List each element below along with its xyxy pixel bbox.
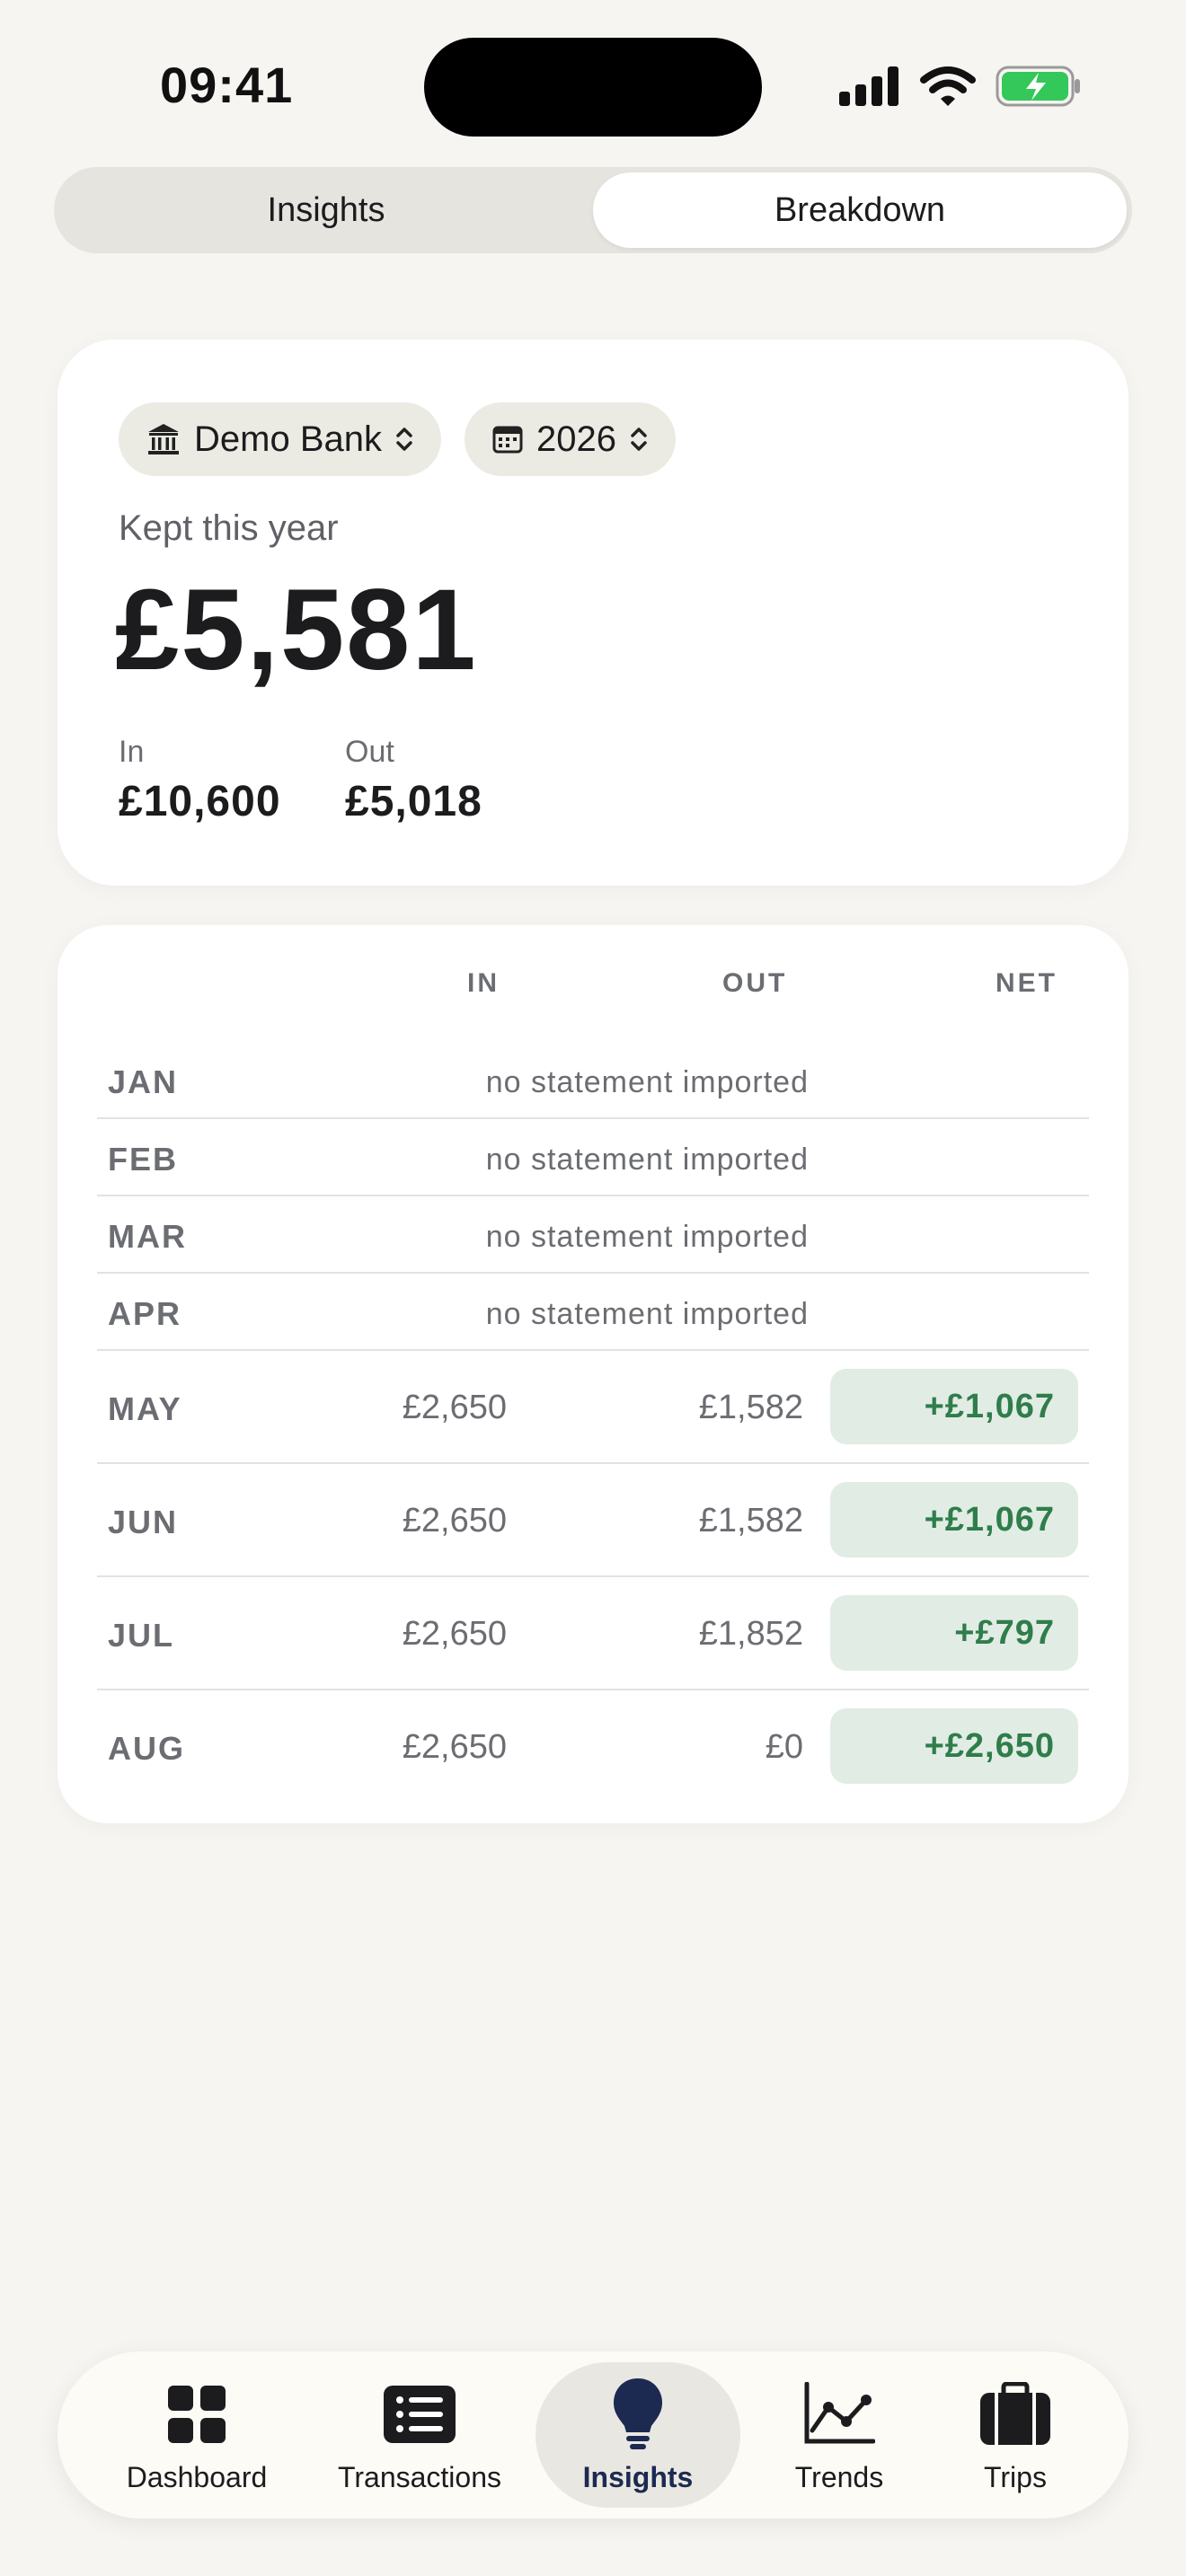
bank-icon [148,424,179,454]
table-row: FEB no statement imported [97,1119,1089,1196]
table-row: JUN £2,650 £1,582 +£1,067 [97,1464,1089,1577]
row-month: JAN [108,1063,179,1100]
calendar-icon [492,426,523,454]
signal-icon [839,66,898,106]
out-value: £5,018 [345,778,482,825]
status-icons [839,63,1082,110]
row-in-value: £2,650 [402,1502,507,1539]
year-value: 2026 [535,419,616,459]
row-empty-note: no statement imported [485,1297,809,1331]
tab-label: Dashboard [126,2460,268,2493]
table-row: JUL £2,650 £1,852 +£797 [97,1577,1089,1690]
row-empty-note: no statement imported [485,1065,809,1099]
row-month: JUL [108,1617,175,1654]
segment-breakdown[interactable]: Breakdown [593,172,1127,248]
tab-dashboard[interactable]: Dashboard [104,2362,289,2508]
year-selector[interactable]: 2026 [464,402,676,476]
row-out-value: £0 [765,1728,803,1766]
bottom-tab-bar: Dashboard Transactions Insights Trends T… [58,2351,1128,2519]
row-out-value: £1,582 [698,1502,803,1539]
tab-insights[interactable]: Insights [535,2362,740,2508]
wifi-icon [920,66,976,106]
row-month: APR [108,1295,182,1332]
suitcase-icon [978,2377,1053,2452]
battery-charging-icon [996,66,1080,107]
app-screen: 09:41 Insights Breakdown Demo Bank 2026 … [0,0,1186,2576]
row-net-badge: +£1,067 [830,1482,1078,1557]
row-net-badge: +£797 [830,1595,1078,1671]
view-segmented-control: Insights Breakdown [54,167,1132,253]
table-row: AUG £2,650 £0 +£2,650 [97,1690,1089,1804]
in-value: £10,600 [119,778,281,825]
column-header-in: IN [467,968,500,998]
segment-insights[interactable]: Insights [59,172,593,248]
filter-chips: Demo Bank 2026 [119,402,676,476]
status-time: 09:41 [160,57,294,113]
out-label: Out [345,735,394,769]
table-row: MAR no statement imported [97,1196,1089,1274]
table-row: APR no statement imported [97,1274,1089,1351]
chevron-up-down-icon [631,428,647,451]
line-chart-icon [801,2377,877,2452]
kept-value: £5,581 [115,566,478,694]
kept-label: Kept this year [119,508,339,548]
row-empty-note: no statement imported [485,1220,809,1254]
chevron-up-down-icon [396,428,412,451]
row-month: MAY [108,1390,182,1427]
column-header-net: NET [996,968,1058,998]
out-summary: Out £5,018 [345,735,482,826]
dynamic-island [424,38,762,137]
bank-selector[interactable]: Demo Bank [119,402,441,476]
tab-label: Insights [582,2460,694,2493]
row-out-value: £1,582 [698,1389,803,1426]
yearly-summary-card: Demo Bank 2026 Kept this year £5,581 In … [58,340,1128,886]
tab-label: Trips [984,2460,1047,2493]
row-month: MAR [108,1218,187,1255]
lightbulb-icon [600,2377,676,2452]
row-month: AUG [108,1730,185,1767]
table-row: MAY £2,650 £1,582 +£1,067 [97,1351,1089,1464]
monthly-breakdown-table: IN OUT NET JAN no statement imported FEB… [58,925,1128,1823]
row-net-badge: +£1,067 [830,1369,1078,1444]
row-month: FEB [108,1141,178,1178]
tab-trends[interactable]: Trends [767,2362,911,2508]
row-out-value: £1,852 [698,1615,803,1653]
tab-transactions[interactable]: Transactions [325,2362,514,2508]
table-row: JAN no statement imported [97,1042,1089,1119]
column-header-out: OUT [722,968,788,998]
tab-label: Transactions [338,2460,501,2493]
row-net-badge: +£2,650 [830,1708,1078,1784]
row-month: JUN [108,1504,179,1540]
grid-icon [159,2377,235,2452]
in-summary: In £10,600 [119,735,281,826]
row-in-value: £2,650 [402,1389,507,1426]
row-empty-note: no statement imported [485,1142,809,1177]
in-label: In [119,735,145,769]
row-in-value: £2,650 [402,1728,507,1766]
bank-name: Demo Bank [194,419,382,459]
list-icon [382,2377,457,2452]
tab-label: Trends [794,2460,884,2493]
tab-trips[interactable]: Trips [952,2362,1078,2508]
status-bar: 09:41 [0,0,1186,162]
row-in-value: £2,650 [402,1615,507,1653]
